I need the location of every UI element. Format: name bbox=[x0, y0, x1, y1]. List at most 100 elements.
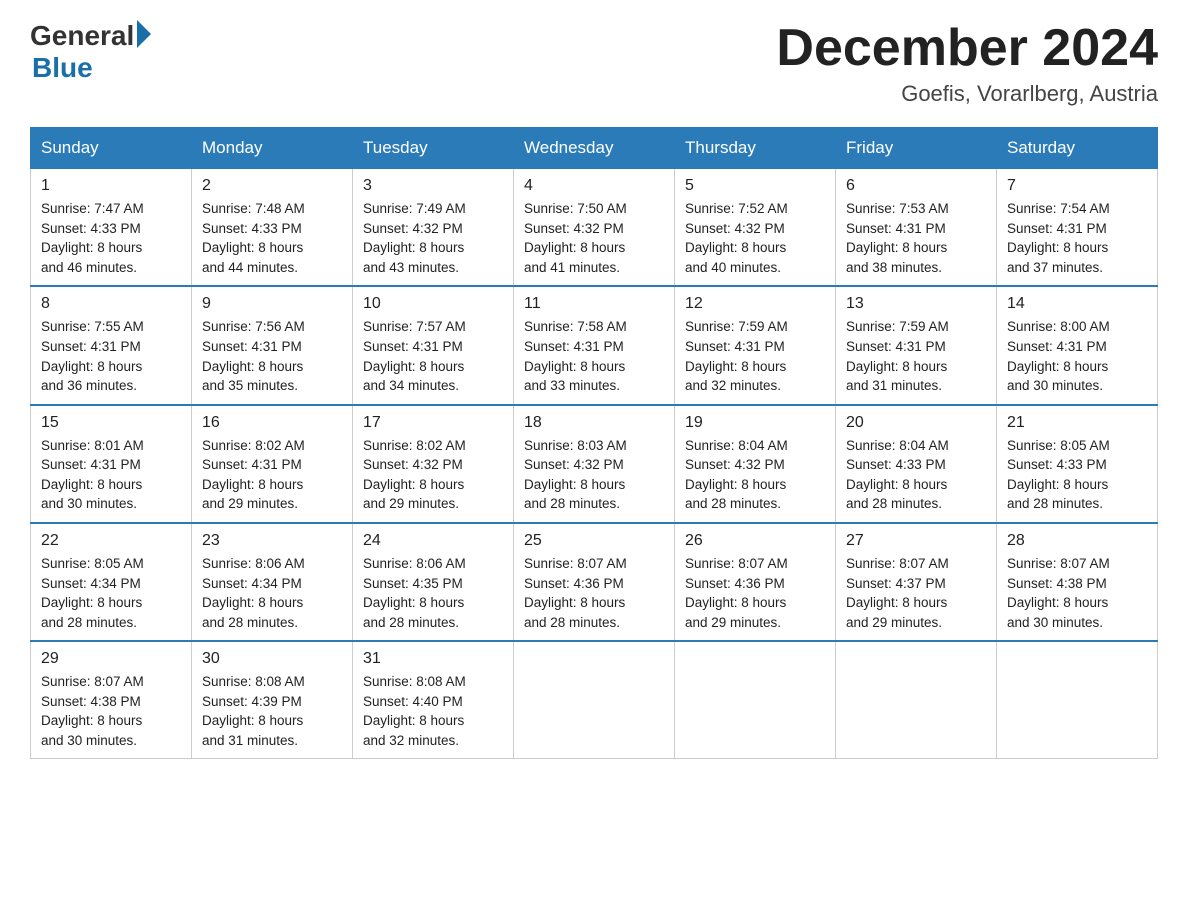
page-header: General Blue December 2024 Goefis, Vorar… bbox=[30, 20, 1158, 107]
day-number: 26 bbox=[685, 532, 825, 550]
day-number: 10 bbox=[363, 295, 503, 313]
calendar-cell: 7 Sunrise: 7:54 AM Sunset: 4:31 PM Dayli… bbox=[997, 169, 1158, 287]
day-info: Sunrise: 7:54 AM Sunset: 4:31 PM Dayligh… bbox=[1007, 199, 1147, 277]
header-friday: Friday bbox=[836, 128, 997, 169]
calendar-cell: 2 Sunrise: 7:48 AM Sunset: 4:33 PM Dayli… bbox=[192, 169, 353, 287]
logo-top: General bbox=[30, 20, 151, 52]
day-number: 20 bbox=[846, 414, 986, 432]
calendar-cell: 17 Sunrise: 8:02 AM Sunset: 4:32 PM Dayl… bbox=[353, 405, 514, 523]
calendar-cell: 22 Sunrise: 8:05 AM Sunset: 4:34 PM Dayl… bbox=[31, 523, 192, 641]
calendar-cell: 19 Sunrise: 8:04 AM Sunset: 4:32 PM Dayl… bbox=[675, 405, 836, 523]
day-info: Sunrise: 7:47 AM Sunset: 4:33 PM Dayligh… bbox=[41, 199, 181, 277]
calendar-cell: 30 Sunrise: 8:08 AM Sunset: 4:39 PM Dayl… bbox=[192, 641, 353, 759]
day-info: Sunrise: 8:04 AM Sunset: 4:32 PM Dayligh… bbox=[685, 436, 825, 514]
day-number: 18 bbox=[524, 414, 664, 432]
header-sunday: Sunday bbox=[31, 128, 192, 169]
logo-triangle-icon bbox=[137, 20, 151, 48]
calendar-cell: 10 Sunrise: 7:57 AM Sunset: 4:31 PM Dayl… bbox=[353, 286, 514, 404]
calendar-cell: 18 Sunrise: 8:03 AM Sunset: 4:32 PM Dayl… bbox=[514, 405, 675, 523]
week-row-5: 29 Sunrise: 8:07 AM Sunset: 4:38 PM Dayl… bbox=[31, 641, 1158, 759]
calendar-cell: 4 Sunrise: 7:50 AM Sunset: 4:32 PM Dayli… bbox=[514, 169, 675, 287]
week-row-3: 15 Sunrise: 8:01 AM Sunset: 4:31 PM Dayl… bbox=[31, 405, 1158, 523]
day-info: Sunrise: 8:06 AM Sunset: 4:35 PM Dayligh… bbox=[363, 554, 503, 632]
header-tuesday: Tuesday bbox=[353, 128, 514, 169]
calendar-cell: 25 Sunrise: 8:07 AM Sunset: 4:36 PM Dayl… bbox=[514, 523, 675, 641]
day-number: 9 bbox=[202, 295, 342, 313]
day-number: 3 bbox=[363, 177, 503, 195]
day-number: 29 bbox=[41, 650, 181, 668]
header-thursday: Thursday bbox=[675, 128, 836, 169]
day-number: 31 bbox=[363, 650, 503, 668]
calendar-table: Sunday Monday Tuesday Wednesday Thursday… bbox=[30, 127, 1158, 759]
day-number: 2 bbox=[202, 177, 342, 195]
day-number: 8 bbox=[41, 295, 181, 313]
day-info: Sunrise: 8:08 AM Sunset: 4:40 PM Dayligh… bbox=[363, 672, 503, 750]
day-info: Sunrise: 7:53 AM Sunset: 4:31 PM Dayligh… bbox=[846, 199, 986, 277]
header-wednesday: Wednesday bbox=[514, 128, 675, 169]
day-number: 14 bbox=[1007, 295, 1147, 313]
header-monday: Monday bbox=[192, 128, 353, 169]
calendar-cell: 13 Sunrise: 7:59 AM Sunset: 4:31 PM Dayl… bbox=[836, 286, 997, 404]
calendar-cell bbox=[514, 641, 675, 759]
day-number: 16 bbox=[202, 414, 342, 432]
calendar-cell: 1 Sunrise: 7:47 AM Sunset: 4:33 PM Dayli… bbox=[31, 169, 192, 287]
calendar-cell: 20 Sunrise: 8:04 AM Sunset: 4:33 PM Dayl… bbox=[836, 405, 997, 523]
calendar-cell: 12 Sunrise: 7:59 AM Sunset: 4:31 PM Dayl… bbox=[675, 286, 836, 404]
day-info: Sunrise: 8:08 AM Sunset: 4:39 PM Dayligh… bbox=[202, 672, 342, 750]
day-info: Sunrise: 8:00 AM Sunset: 4:31 PM Dayligh… bbox=[1007, 317, 1147, 395]
calendar-cell: 24 Sunrise: 8:06 AM Sunset: 4:35 PM Dayl… bbox=[353, 523, 514, 641]
day-info: Sunrise: 8:07 AM Sunset: 4:36 PM Dayligh… bbox=[524, 554, 664, 632]
day-info: Sunrise: 8:06 AM Sunset: 4:34 PM Dayligh… bbox=[202, 554, 342, 632]
calendar-cell: 5 Sunrise: 7:52 AM Sunset: 4:32 PM Dayli… bbox=[675, 169, 836, 287]
day-number: 4 bbox=[524, 177, 664, 195]
calendar-cell: 15 Sunrise: 8:01 AM Sunset: 4:31 PM Dayl… bbox=[31, 405, 192, 523]
day-info: Sunrise: 7:57 AM Sunset: 4:31 PM Dayligh… bbox=[363, 317, 503, 395]
calendar-cell: 9 Sunrise: 7:56 AM Sunset: 4:31 PM Dayli… bbox=[192, 286, 353, 404]
week-row-4: 22 Sunrise: 8:05 AM Sunset: 4:34 PM Dayl… bbox=[31, 523, 1158, 641]
calendar-cell: 21 Sunrise: 8:05 AM Sunset: 4:33 PM Dayl… bbox=[997, 405, 1158, 523]
day-info: Sunrise: 8:05 AM Sunset: 4:33 PM Dayligh… bbox=[1007, 436, 1147, 514]
day-info: Sunrise: 8:03 AM Sunset: 4:32 PM Dayligh… bbox=[524, 436, 664, 514]
day-info: Sunrise: 7:56 AM Sunset: 4:31 PM Dayligh… bbox=[202, 317, 342, 395]
calendar-cell: 26 Sunrise: 8:07 AM Sunset: 4:36 PM Dayl… bbox=[675, 523, 836, 641]
header-saturday: Saturday bbox=[997, 128, 1158, 169]
calendar-cell: 8 Sunrise: 7:55 AM Sunset: 4:31 PM Dayli… bbox=[31, 286, 192, 404]
day-info: Sunrise: 7:55 AM Sunset: 4:31 PM Dayligh… bbox=[41, 317, 181, 395]
day-number: 13 bbox=[846, 295, 986, 313]
calendar-cell bbox=[675, 641, 836, 759]
calendar-cell: 23 Sunrise: 8:06 AM Sunset: 4:34 PM Dayl… bbox=[192, 523, 353, 641]
day-info: Sunrise: 7:49 AM Sunset: 4:32 PM Dayligh… bbox=[363, 199, 503, 277]
calendar-cell: 29 Sunrise: 8:07 AM Sunset: 4:38 PM Dayl… bbox=[31, 641, 192, 759]
day-info: Sunrise: 7:52 AM Sunset: 4:32 PM Dayligh… bbox=[685, 199, 825, 277]
day-number: 30 bbox=[202, 650, 342, 668]
calendar-cell: 6 Sunrise: 7:53 AM Sunset: 4:31 PM Dayli… bbox=[836, 169, 997, 287]
day-number: 27 bbox=[846, 532, 986, 550]
title-section: December 2024 Goefis, Vorarlberg, Austri… bbox=[776, 20, 1158, 107]
month-year-title: December 2024 bbox=[776, 20, 1158, 77]
day-number: 6 bbox=[846, 177, 986, 195]
day-number: 11 bbox=[524, 295, 664, 313]
day-info: Sunrise: 7:58 AM Sunset: 4:31 PM Dayligh… bbox=[524, 317, 664, 395]
day-number: 28 bbox=[1007, 532, 1147, 550]
calendar-cell bbox=[997, 641, 1158, 759]
day-info: Sunrise: 7:59 AM Sunset: 4:31 PM Dayligh… bbox=[685, 317, 825, 395]
day-info: Sunrise: 8:07 AM Sunset: 4:37 PM Dayligh… bbox=[846, 554, 986, 632]
day-info: Sunrise: 8:04 AM Sunset: 4:33 PM Dayligh… bbox=[846, 436, 986, 514]
location-subtitle: Goefis, Vorarlberg, Austria bbox=[776, 81, 1158, 107]
day-info: Sunrise: 7:50 AM Sunset: 4:32 PM Dayligh… bbox=[524, 199, 664, 277]
day-info: Sunrise: 8:01 AM Sunset: 4:31 PM Dayligh… bbox=[41, 436, 181, 514]
day-info: Sunrise: 8:05 AM Sunset: 4:34 PM Dayligh… bbox=[41, 554, 181, 632]
day-number: 22 bbox=[41, 532, 181, 550]
logo: General Blue bbox=[30, 20, 151, 84]
calendar-cell: 31 Sunrise: 8:08 AM Sunset: 4:40 PM Dayl… bbox=[353, 641, 514, 759]
day-info: Sunrise: 7:59 AM Sunset: 4:31 PM Dayligh… bbox=[846, 317, 986, 395]
day-number: 19 bbox=[685, 414, 825, 432]
calendar-cell bbox=[836, 641, 997, 759]
day-number: 17 bbox=[363, 414, 503, 432]
logo-blue-text: Blue bbox=[32, 52, 93, 84]
day-number: 15 bbox=[41, 414, 181, 432]
calendar-cell: 27 Sunrise: 8:07 AM Sunset: 4:37 PM Dayl… bbox=[836, 523, 997, 641]
calendar-cell: 16 Sunrise: 8:02 AM Sunset: 4:31 PM Dayl… bbox=[192, 405, 353, 523]
day-header-row: Sunday Monday Tuesday Wednesday Thursday… bbox=[31, 128, 1158, 169]
calendar-cell: 28 Sunrise: 8:07 AM Sunset: 4:38 PM Dayl… bbox=[997, 523, 1158, 641]
